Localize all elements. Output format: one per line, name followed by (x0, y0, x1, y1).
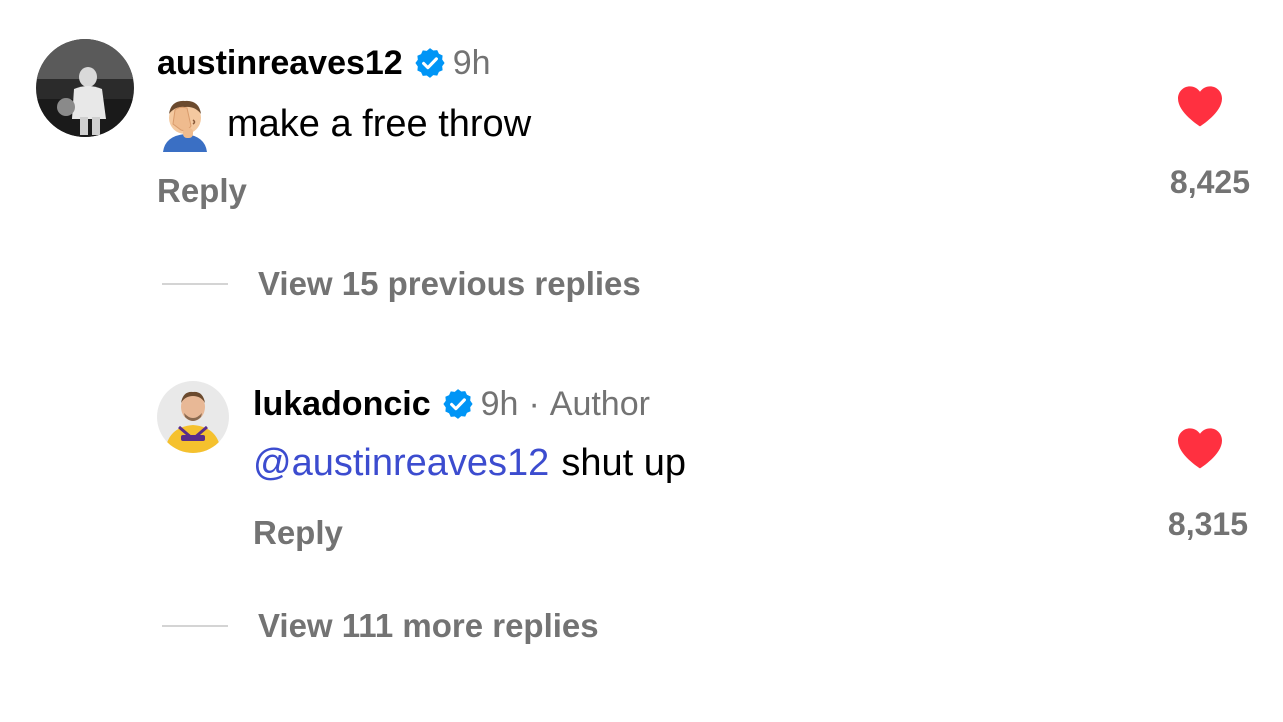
username[interactable]: austinreaves12 (157, 43, 403, 83)
comment-header: lukadoncic 9h · Author (253, 384, 650, 424)
view-more-replies-button[interactable]: View 111 more replies (162, 606, 599, 646)
reply-button[interactable]: Reply (253, 513, 343, 553)
divider-line (162, 283, 228, 285)
view-previous-label: View 15 previous replies (258, 265, 641, 302)
reply-button[interactable]: Reply (157, 171, 247, 211)
divider-line (162, 625, 228, 627)
timestamp: 9h (480, 385, 519, 423)
verified-badge-icon (413, 46, 447, 80)
separator: · (528, 385, 540, 423)
comment-body: make a free throw (157, 96, 531, 152)
comment-body: @austinreaves12 shut up (253, 440, 686, 486)
comment-text: shut up (561, 442, 686, 484)
comment-text: make a free throw (227, 103, 532, 145)
avatar-image (157, 381, 229, 453)
view-previous-replies-button[interactable]: View 15 previous replies (162, 264, 641, 304)
mention-link[interactable]: @austinreaves12 (253, 440, 549, 486)
view-more-label: View 111 more replies (258, 607, 599, 644)
comment-thread-screen: { "comments": [ { "username": "austinrea… (0, 0, 1283, 722)
facepalm-emoji-icon (157, 96, 213, 152)
author-badge: Author (549, 385, 650, 423)
heart-icon[interactable] (1176, 426, 1224, 470)
verified-badge-icon (441, 387, 475, 421)
timestamp: 9h (452, 44, 491, 82)
heart-icon[interactable] (1176, 84, 1224, 128)
avatar-austinreaves12[interactable] (36, 39, 134, 137)
like-count: 8,425 (1169, 164, 1250, 200)
comment-header: austinreaves12 9h (157, 43, 491, 83)
username[interactable]: lukadoncic (253, 384, 431, 424)
avatar-image (36, 39, 134, 137)
like-count: 8,315 (1167, 506, 1248, 542)
avatar-lukadoncic[interactable] (157, 381, 229, 453)
